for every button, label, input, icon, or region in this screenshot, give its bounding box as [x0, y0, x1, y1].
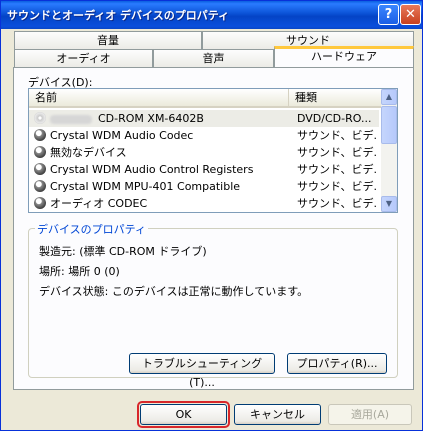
hardware-panel: デバイス(D): 名前 種類 CD-ROM XM-6402B DVD/CD-RO… [13, 67, 414, 390]
device-properties-group: デバイスのプロパティ 製造元: (標準 CD-ROM ドライブ) 場所: 場所 … [28, 221, 398, 389]
list-item[interactable]: Crystal WDM MPU-401 Compatible サウンド、ビデ..… [29, 178, 379, 195]
device-name: CD-ROM XM-6402B [98, 112, 204, 125]
column-header-name[interactable]: 名前 [29, 89, 289, 108]
window-title: サウンドとオーディオ デバイスのプロパティ [7, 9, 230, 22]
device-name: Crystal WDM Audio Codec [50, 129, 194, 142]
group-legend: デバイスのプロパティ [35, 221, 149, 237]
column-header-type[interactable]: 種類 [289, 89, 381, 108]
list-item[interactable]: 無効なデバイス サウンド、ビデ... [29, 144, 379, 161]
ok-button[interactable]: OK [140, 404, 227, 425]
device-type: サウンド、ビデ... [297, 180, 377, 193]
device-type: サウンド、ビデ... [297, 146, 377, 159]
list-item[interactable]: Crystal WDM Audio Codec サウンド、ビデ... [29, 127, 379, 144]
redacted-text [50, 114, 92, 124]
troubleshoot-button[interactable]: トラブルシューティング(T)... [129, 353, 275, 389]
device-status-text: デバイス状態: このデバイスは正常に動作しています。 [39, 285, 309, 298]
close-button[interactable]: ✕ [400, 4, 421, 25]
vertical-scrollbar[interactable]: ▲ ▼ [381, 89, 397, 212]
manufacturer-text: 製造元: (標準 CD-ROM ドライブ) [39, 245, 207, 258]
scroll-up-button[interactable]: ▲ [381, 89, 397, 105]
device-type: DVD/CD-RO... [297, 112, 372, 125]
speaker-icon [34, 197, 46, 209]
speaker-icon [34, 146, 46, 158]
device-name: Crystal WDM MPU-401 Compatible [50, 180, 241, 193]
device-name: オーディオ CODEC [50, 197, 148, 210]
list-item[interactable]: CD-ROM XM-6402B DVD/CD-RO... [29, 110, 379, 127]
list-item[interactable]: Crystal WDM Audio Control Registers サウンド… [29, 161, 379, 178]
scroll-thumb[interactable] [381, 106, 397, 144]
tab-volume[interactable]: 音量 [14, 31, 202, 49]
tab-hardware[interactable]: ハードウェア [274, 46, 414, 67]
speaker-icon [34, 163, 46, 175]
device-list[interactable]: 名前 種類 CD-ROM XM-6402B DVD/CD-RO... Cryst… [28, 88, 398, 213]
speaker-icon [34, 180, 46, 192]
device-name: Crystal WDM Audio Control Registers [50, 163, 254, 176]
title-bar: サウンドとオーディオ デバイスのプロパティ ? ✕ [1, 1, 422, 29]
location-text: 場所: 場所 0 (0) [39, 265, 120, 278]
device-name: 無効なデバイス [50, 146, 127, 159]
list-item[interactable]: オーディオ CODEC サウンド、ビデ... [29, 195, 379, 212]
device-type: サウンド、ビデ... [297, 129, 377, 142]
speaker-icon [34, 129, 46, 141]
tab-voice[interactable]: 音声 [153, 49, 274, 67]
scroll-down-button[interactable]: ▼ [381, 196, 397, 212]
cd-drive-icon [34, 112, 46, 124]
cancel-button[interactable]: キャンセル [234, 404, 321, 425]
device-type: サウンド、ビデ... [297, 197, 377, 210]
device-type: サウンド、ビデ... [297, 163, 377, 176]
properties-button[interactable]: プロパティ(R)... [287, 353, 387, 374]
tab-audio[interactable]: オーディオ [14, 49, 153, 67]
dialog-window: サウンドとオーディオ デバイスのプロパティ ? ✕ 音量 サウンド オーディオ … [0, 0, 423, 431]
apply-button[interactable]: 適用(A) [328, 404, 412, 425]
help-button[interactable]: ? [378, 4, 399, 25]
